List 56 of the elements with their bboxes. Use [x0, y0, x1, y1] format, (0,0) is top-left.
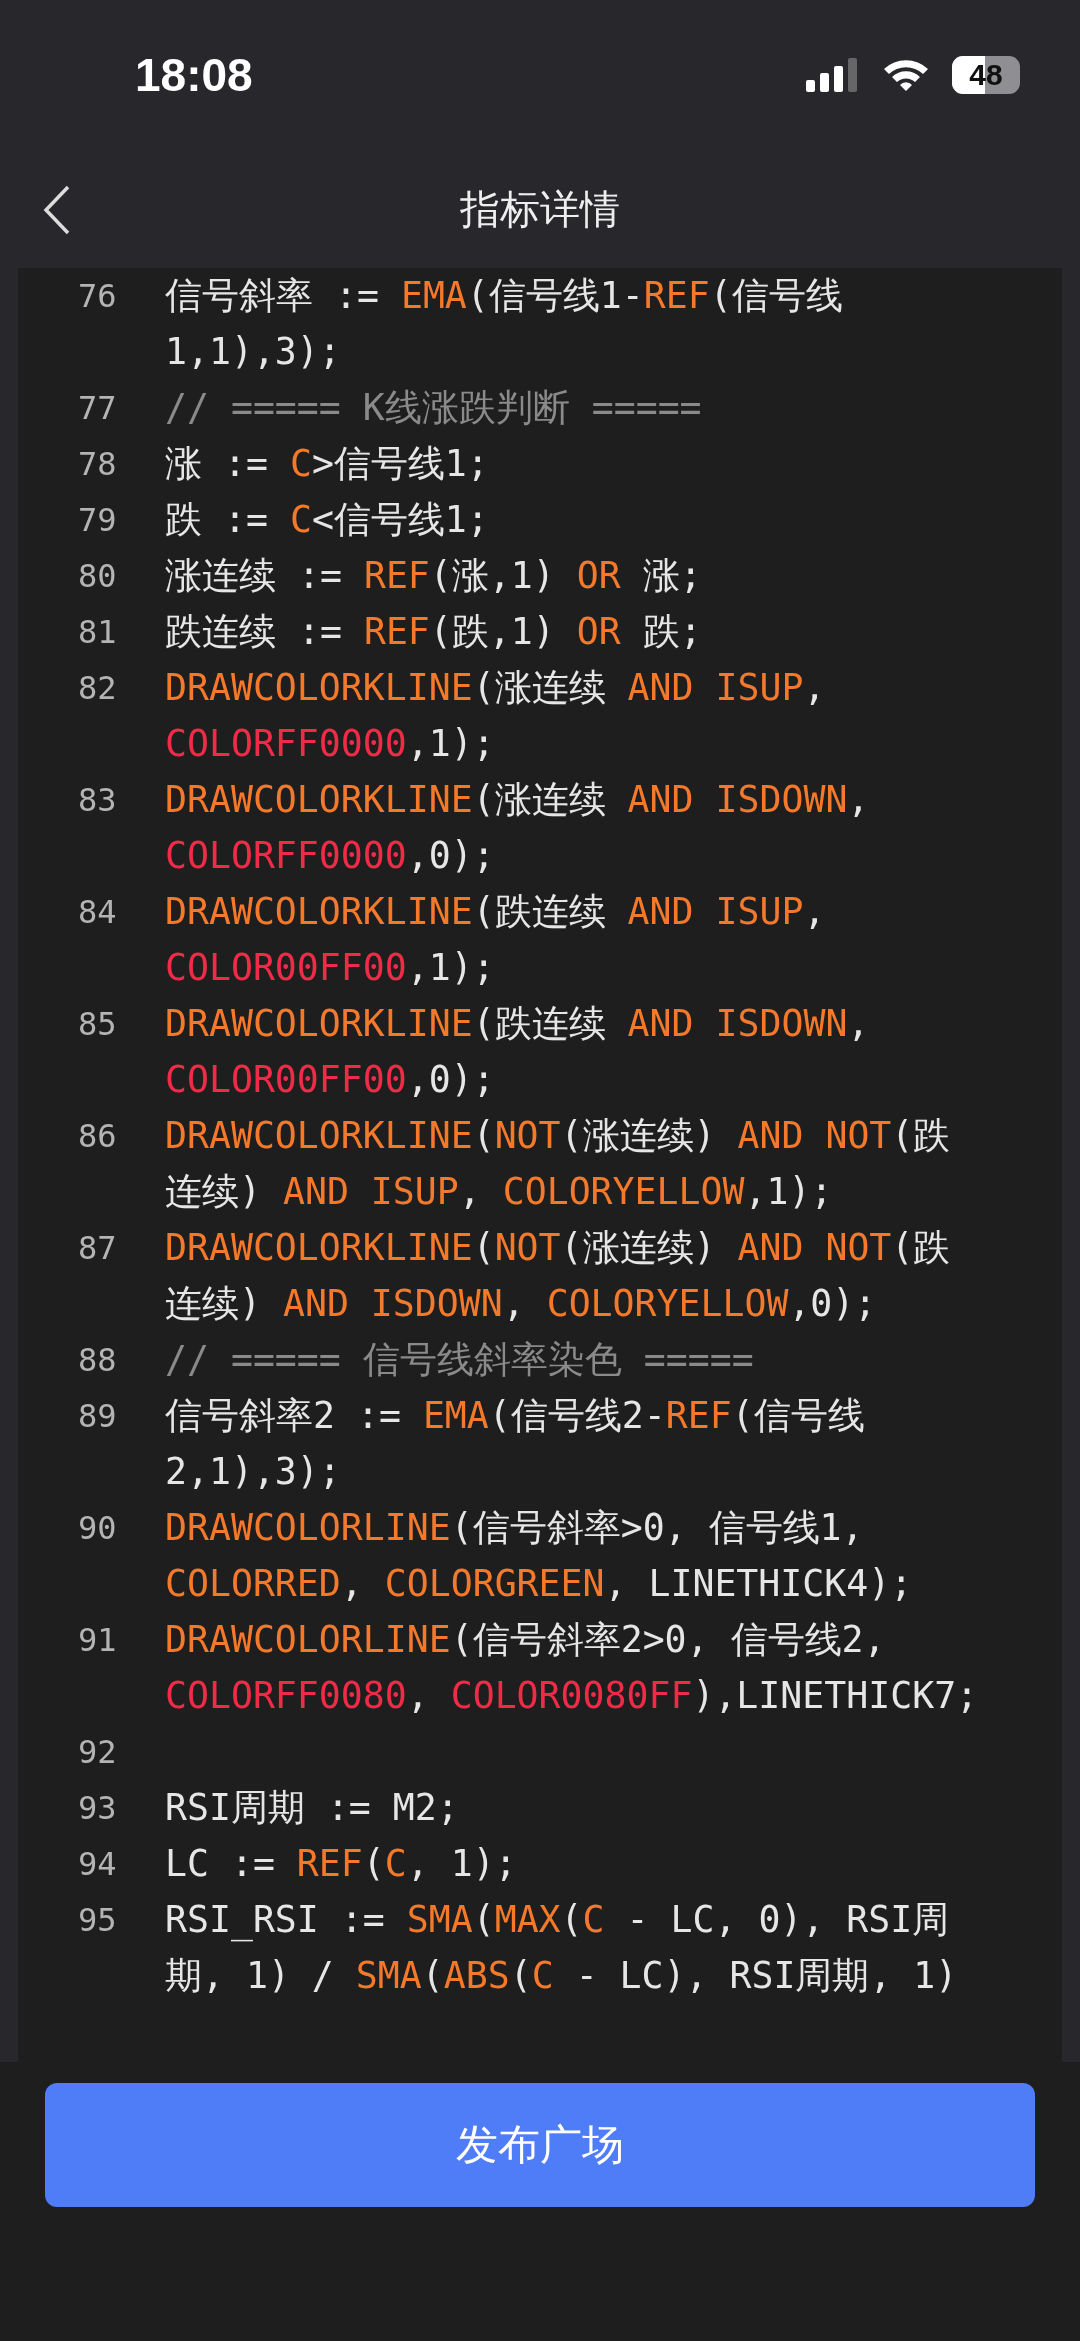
code-line: DRAWCOLORLINE(信号斜率2>0, 信号线2, — [165, 1617, 886, 1663]
code-line: 跌 := C<信号线1; — [165, 497, 489, 543]
line-number: 77 — [78, 388, 117, 429]
line-number: 95 — [78, 1900, 117, 1941]
code-line: RSI_RSI := SMA(MAX(C - LC, 0), RSI周 — [165, 1897, 950, 1944]
line-number: 81 — [78, 612, 117, 653]
line-number: 82 — [78, 668, 117, 709]
code-line: DRAWCOLORKLINE(跌连续 AND ISUP, — [165, 889, 826, 935]
code-line: // ===== 信号线斜率染色 ===== — [165, 1337, 754, 1383]
code-line: DRAWCOLORKLINE(NOT(涨连续) AND NOT(跌 — [165, 1113, 951, 1159]
line-number: 78 — [78, 444, 117, 485]
code-line: COLORFF0000,1); — [165, 721, 495, 767]
line-number: 89 — [78, 1396, 117, 1437]
line-number: 85 — [78, 1004, 117, 1045]
back-icon[interactable] — [42, 184, 72, 236]
line-number: 80 — [78, 556, 117, 597]
code-line: COLORFF0000,0); — [165, 833, 495, 879]
code-line: COLORRED, COLORGREEN, LINETHICK4); — [165, 1561, 913, 1607]
code-line: 信号斜率 := EMA(信号线1-REF(信号线 — [165, 273, 843, 319]
line-number: 87 — [78, 1228, 117, 1269]
publish-button[interactable]: 发布广场 — [45, 2083, 1035, 2207]
line-number: 76 — [78, 276, 117, 317]
code-line: DRAWCOLORKLINE(涨连续 AND ISUP, — [165, 665, 826, 711]
code-line: LC := REF(C, 1); — [165, 1841, 517, 1887]
line-number: 93 — [78, 1788, 117, 1829]
code-line: 涨连续 := REF(涨,1) OR 涨; — [165, 553, 702, 599]
line-number: 86 — [78, 1116, 117, 1157]
code-line: 期, 1) / SMA(ABS(C - LC), RSI周期, 1) — [165, 1953, 958, 1999]
code-line: 1,1),3); — [165, 329, 341, 375]
code-line: 跌连续 := REF(跌,1) OR 跌; — [165, 609, 702, 655]
line-number: 79 — [78, 500, 117, 541]
line-number: 92 — [78, 1732, 117, 1773]
page-title: 指标详情 — [460, 184, 620, 234]
code-line: RSI周期 := M2; — [165, 1785, 459, 1831]
code-line: 连续) AND ISUP, COLORYELLOW,1); — [165, 1169, 833, 1215]
code-line: COLOR00FF00,0); — [165, 1057, 495, 1103]
line-number: 83 — [78, 780, 117, 821]
code-line: DRAWCOLORKLINE(涨连续 AND ISDOWN, — [165, 777, 870, 823]
status-time: 18:08 — [135, 48, 253, 102]
line-number: 91 — [78, 1620, 117, 1661]
line-number: 90 — [78, 1508, 117, 1549]
code-line: 信号斜率2 := EMA(信号线2-REF(信号线 — [165, 1393, 865, 1439]
code-line: COLORFF0080, COLOR0080FF),LINETHICK7; — [165, 1673, 979, 1719]
code-line: DRAWCOLORKLINE(跌连续 AND ISDOWN, — [165, 1001, 870, 1047]
code-line: DRAWCOLORKLINE(NOT(涨连续) AND NOT(跌 — [165, 1225, 951, 1271]
line-number: 84 — [78, 892, 117, 933]
code-line: 2,1),3); — [165, 1449, 341, 1495]
code-line: COLOR00FF00,1); — [165, 945, 495, 991]
wifi-icon — [882, 58, 930, 92]
line-number: 94 — [78, 1844, 117, 1885]
signal-icon — [806, 58, 860, 92]
code-line: 连续) AND ISDOWN, COLORYELLOW,0); — [165, 1281, 877, 1327]
code-line: // ===== K线涨跌判断 ===== — [165, 385, 702, 431]
code-line: DRAWCOLORLINE(信号斜率>0, 信号线1, — [165, 1505, 864, 1551]
code-line: 涨 := C>信号线1; — [165, 441, 489, 487]
line-number: 88 — [78, 1340, 117, 1381]
